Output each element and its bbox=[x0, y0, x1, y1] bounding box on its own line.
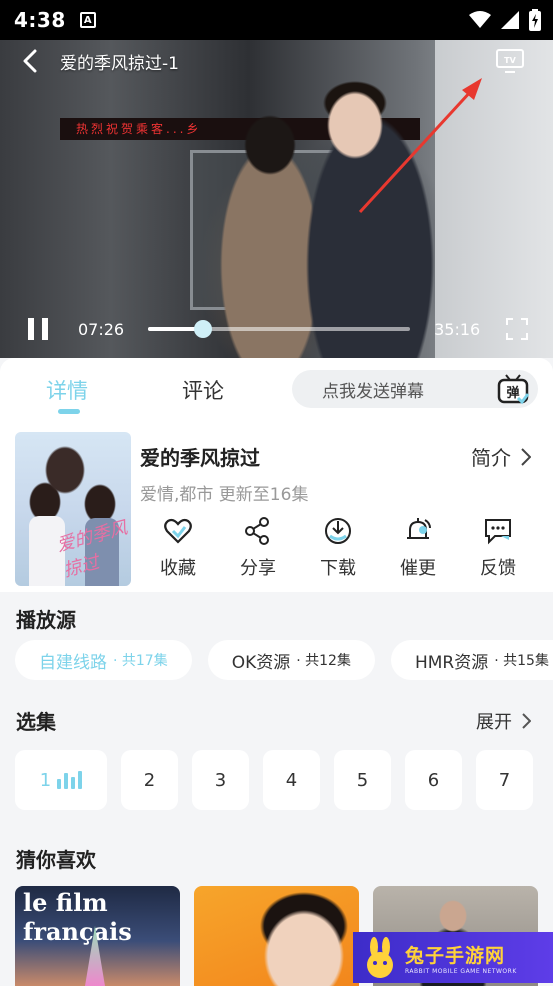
show-title: 爱的季风掠过 bbox=[140, 446, 260, 470]
progress-bar[interactable] bbox=[148, 320, 411, 338]
detail-tabs: 详情 评论 点我发送弹幕 弹 bbox=[0, 358, 553, 422]
action-bar: 收藏 分享 下载 催更 反馈 bbox=[138, 516, 538, 580]
download-label: 下载 bbox=[320, 558, 356, 579]
progress-handle[interactable] bbox=[194, 320, 213, 338]
favorite-label: 收藏 bbox=[160, 558, 196, 579]
recommend-item[interactable]: le film français bbox=[15, 886, 180, 986]
expand-episodes-button[interactable]: 展开 bbox=[476, 708, 531, 734]
episode-item[interactable]: 5 bbox=[334, 750, 391, 810]
download-icon bbox=[325, 518, 351, 544]
recommend-item[interactable] bbox=[194, 886, 359, 986]
heart-icon bbox=[164, 518, 192, 544]
episode-item[interactable]: 7 bbox=[476, 750, 533, 810]
video-frame-pillar bbox=[435, 40, 553, 358]
signal-icon bbox=[501, 11, 519, 29]
intro-label: 简介 bbox=[471, 446, 511, 470]
status-bar: 4:38 A bbox=[0, 0, 553, 40]
danmu-input[interactable]: 点我发送弹幕 弹 bbox=[292, 370, 538, 408]
current-time: 07:26 bbox=[78, 319, 125, 339]
episode-list: 1 2 3 4 5 6 7 bbox=[15, 750, 553, 810]
share-label: 分享 bbox=[240, 558, 276, 579]
tv-cast-icon[interactable]: TV bbox=[495, 48, 525, 74]
show-info-card: 爱的季风掠过 爱的季风掠过 简介 爱情,都市 更新至16集 收藏 分享 下载 催… bbox=[0, 422, 553, 592]
episode-item[interactable]: 6 bbox=[405, 750, 462, 810]
danmu-placeholder: 点我发送弹幕 bbox=[322, 381, 424, 402]
danmu-icon[interactable]: 弹 bbox=[496, 372, 530, 406]
download-button[interactable]: 下载 bbox=[298, 516, 378, 580]
remind-button[interactable]: 催更 bbox=[378, 516, 458, 580]
video-player[interactable]: 热烈祝贺乘客...乡 爱的季风掠过-1 TV 07:26 35:16 bbox=[0, 40, 553, 358]
rabbit-logo-icon bbox=[367, 936, 393, 978]
source-item[interactable]: 自建线路 · 共17集 bbox=[15, 640, 192, 680]
feedback-label: 反馈 bbox=[480, 558, 516, 579]
site-watermark: 兔子手游网 RABBIT MOBILE GAME NETWORK bbox=[353, 932, 553, 983]
player-controls: 07:26 35:16 bbox=[0, 312, 553, 346]
player-title: 爱的季风掠过-1 bbox=[60, 53, 179, 74]
sources-heading: 播放源 bbox=[16, 608, 76, 632]
episodes-heading: 选集 bbox=[16, 710, 56, 734]
tab-details[interactable]: 详情 bbox=[46, 375, 88, 414]
back-icon[interactable] bbox=[22, 49, 46, 73]
expand-label: 展开 bbox=[476, 712, 512, 733]
detail-content: 爱的季风掠过 爱的季风掠过 简介 爱情,都市 更新至16集 收藏 分享 下载 催… bbox=[0, 422, 553, 986]
intro-link[interactable]: 简介 bbox=[471, 442, 531, 471]
notification-icon: A bbox=[79, 12, 96, 28]
feedback-button[interactable]: 反馈 bbox=[458, 516, 538, 580]
wifi-icon bbox=[469, 11, 491, 28]
episode-item[interactable]: 2 bbox=[121, 750, 178, 810]
chevron-right-icon bbox=[522, 713, 531, 729]
battery-icon bbox=[529, 9, 541, 31]
source-item[interactable]: HMR资源 · 共15集 bbox=[390, 640, 553, 680]
poster-title: 爱的季风掠过 bbox=[54, 517, 130, 582]
tab-comments[interactable]: 评论 bbox=[182, 375, 224, 405]
source-list: 自建线路 · 共17集 OK资源 · 共12集 HMR资源 · 共15集 bbox=[15, 640, 553, 680]
recommend-heading: 猜你喜欢 bbox=[16, 848, 96, 872]
favorite-button[interactable]: 收藏 bbox=[138, 516, 218, 580]
remind-label: 催更 bbox=[400, 558, 436, 579]
status-icons bbox=[469, 9, 541, 31]
player-topbar: 爱的季风掠过-1 bbox=[0, 40, 553, 82]
show-poster[interactable]: 爱的季风掠过 bbox=[15, 432, 131, 586]
svg-text:TV: TV bbox=[504, 56, 516, 65]
episode-item[interactable]: 3 bbox=[192, 750, 249, 810]
episode-item[interactable]: 1 bbox=[15, 750, 107, 810]
watermark-subtitle: RABBIT MOBILE GAME NETWORK bbox=[405, 967, 517, 975]
chevron-right-icon bbox=[521, 447, 531, 466]
share-button[interactable]: 分享 bbox=[218, 516, 298, 580]
episode-item[interactable]: 4 bbox=[263, 750, 320, 810]
fullscreen-icon[interactable] bbox=[506, 318, 529, 340]
share-icon bbox=[245, 517, 269, 545]
playing-indicator-icon bbox=[57, 771, 83, 789]
show-meta: 爱情,都市 更新至16集 bbox=[140, 485, 309, 505]
status-time: 4:38 bbox=[14, 8, 66, 32]
watermark-title: 兔子手游网 bbox=[405, 944, 506, 967]
recommend-cover-text: le film français bbox=[23, 888, 132, 946]
feedback-icon bbox=[485, 519, 511, 545]
duration: 35:16 bbox=[434, 319, 481, 339]
pause-icon[interactable] bbox=[28, 318, 48, 340]
source-item[interactable]: OK资源 · 共12集 bbox=[207, 640, 375, 680]
bell-icon bbox=[407, 518, 431, 539]
